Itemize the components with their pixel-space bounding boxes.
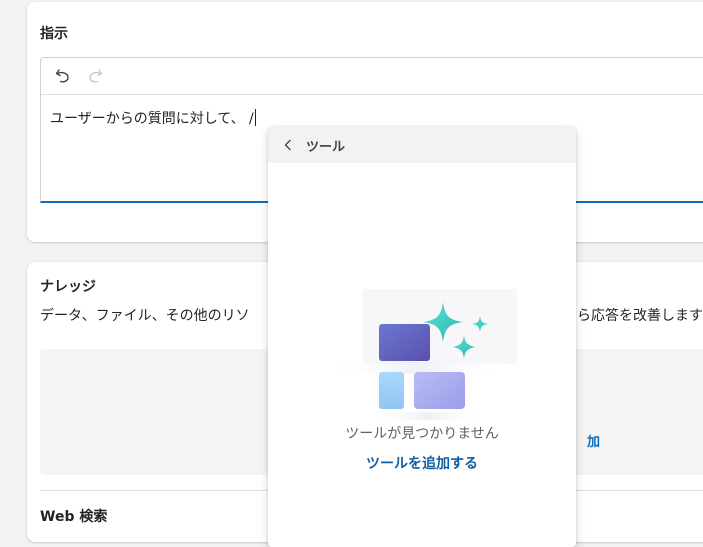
redo-button[interactable] <box>85 66 105 86</box>
editor-content[interactable]: ユーザーからの質問に対して、 / <box>50 108 256 128</box>
editor-toolbar <box>41 58 703 95</box>
knowledge-title: ナレッジ <box>40 279 96 295</box>
chevron-left-icon <box>284 139 291 151</box>
editor-text: ユーザーからの質問に対して、 / <box>50 111 254 127</box>
knowledge-description: データ、ファイル、その他のリソ <box>40 308 250 324</box>
undo-icon <box>55 69 69 83</box>
back-button[interactable] <box>280 137 296 153</box>
text-caret <box>254 109 256 126</box>
undo-button[interactable] <box>53 66 73 86</box>
empty-state-message: ツールが見つかりません <box>345 426 499 442</box>
knowledge-description-tail: ら応答を改善します <box>577 308 703 324</box>
tools-popup: ツール ツールが見つかりません ツールを追加する <box>268 127 576 547</box>
empty-tools-illustration <box>322 289 517 420</box>
instructions-title: 指示 <box>40 26 68 42</box>
redo-icon <box>89 69 103 83</box>
popup-header: ツール <box>268 127 576 163</box>
add-tool-link[interactable]: ツールを追加する <box>268 453 576 473</box>
add-knowledge-link[interactable]: 加 <box>587 431 600 450</box>
web-search-title: Web 検索 <box>40 509 108 525</box>
popup-title: ツール <box>306 139 346 155</box>
